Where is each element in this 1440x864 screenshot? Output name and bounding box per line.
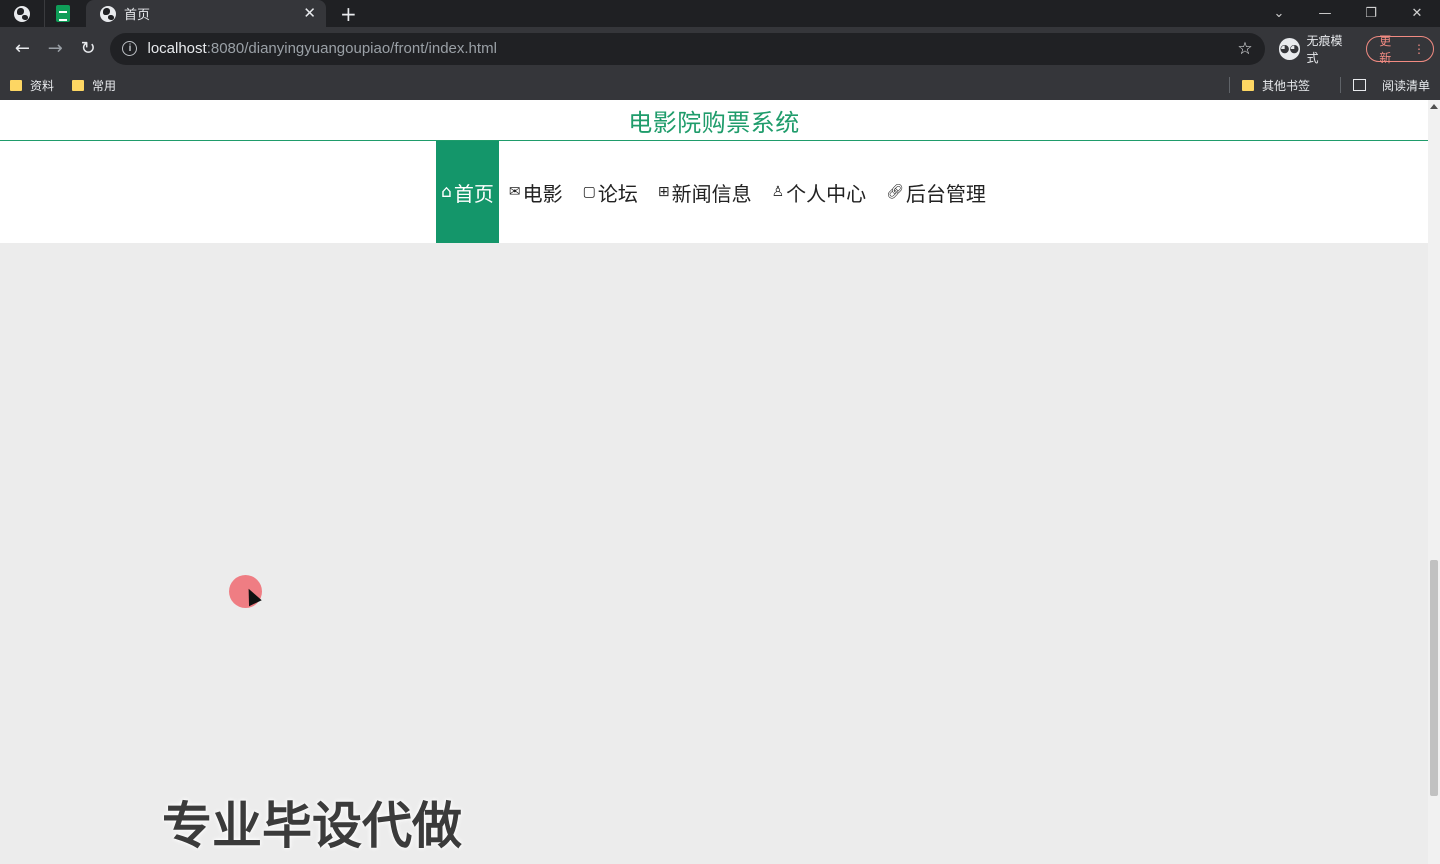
nav-item-movies[interactable]: ✉ 电影 [499, 141, 573, 243]
tab-title: 首页 [124, 7, 151, 22]
profile-button[interactable]: ◕◕ 无痕模式 [1278, 32, 1355, 66]
update-label: 更新 [1379, 33, 1392, 65]
tab-list-chevron-icon[interactable]: ⌄ [1256, 6, 1302, 21]
nav-item-news[interactable]: ⊞ 新闻信息 [648, 141, 762, 243]
home-icon: ⌂ [441, 181, 452, 202]
new-tab-button[interactable]: + [340, 4, 357, 24]
nav-item-label: 新闻信息 [671, 181, 752, 206]
nav-item-forum[interactable]: ▢ 论坛 [573, 141, 648, 243]
folder-icon [1241, 79, 1254, 91]
forward-button[interactable]: → [39, 38, 72, 59]
nav-item-admin[interactable]: 🔗︎ 后台管理 [876, 141, 996, 243]
globe-icon [14, 5, 30, 22]
profile-label: 无痕模式 [1306, 33, 1343, 65]
nav-item-label: 论坛 [597, 181, 638, 206]
browser-toolbar: ← → ↻ i localhost:8080/dianyingyuangoupi… [0, 27, 1440, 70]
url-host: localhost [147, 40, 207, 57]
star-icon[interactable]: ☆ [1237, 39, 1252, 59]
pinned-tab-sheets[interactable] [44, 0, 80, 27]
page-viewport: 电影院购票系统 ⌂ 首页 ✉ 电影 ▢ 论坛 ⊞ 新闻信息 ♙ 个人中心 🔗︎ … [0, 100, 1428, 864]
reading-list-button[interactable]: 阅读清单 [1352, 77, 1430, 94]
nav-item-profile[interactable]: ♙ 个人中心 [762, 141, 877, 243]
reading-list-icon [1352, 79, 1366, 91]
restore-button[interactable]: ❐ [1348, 6, 1394, 21]
globe-icon [100, 5, 116, 22]
folder-icon [72, 79, 85, 91]
bookmark-folder-other[interactable]: 其他书签 [1241, 77, 1310, 94]
scrollbar-thumb[interactable] [1430, 560, 1438, 796]
note-icon: ▢ [582, 184, 596, 200]
window-controls: ⌄ — ❐ ✕ [1256, 0, 1440, 27]
user-icon: ♙ [771, 184, 785, 200]
bookmark-label: 资料 [30, 78, 55, 93]
link-icon: 🔗︎ [886, 184, 904, 200]
bookmark-folder-changyong[interactable]: 常用 [72, 77, 116, 94]
bookmark-divider [1228, 77, 1230, 93]
bookmark-label: 其他书签 [1261, 78, 1310, 93]
close-icon[interactable]: ✕ [303, 6, 316, 21]
active-tab[interactable]: 首页 ✕ [86, 0, 326, 27]
tab-search-button[interactable] [0, 0, 44, 27]
more-vert-icon: ⋮ [1413, 41, 1425, 56]
url-text: localhost:8080/dianyingyuangoupiao/front… [147, 40, 496, 57]
main-nav: ⌂ 首页 ✉ 电影 ▢ 论坛 ⊞ 新闻信息 ♙ 个人中心 🔗︎ 后台管理 [0, 141, 1428, 243]
incognito-icon: ◕◕ [1278, 37, 1301, 60]
nav-item-home[interactable]: ⌂ 首页 [436, 141, 499, 243]
back-button[interactable]: ← [6, 38, 39, 59]
nav-item-label: 首页 [453, 181, 494, 206]
bookmark-label: 常用 [92, 78, 117, 93]
site-title: 电影院购票系统 [628, 108, 800, 137]
site-header: 电影院购票系统 [0, 100, 1428, 141]
info-icon[interactable]: i [122, 41, 138, 56]
url-path: :8080/dianyingyuangoupiao/front/index.ht… [206, 40, 497, 57]
nav-item-label: 个人中心 [786, 181, 867, 206]
bookmarks-bar: 资料 常用 其他书签 阅读清单 [0, 70, 1440, 100]
close-window-button[interactable]: ✕ [1394, 6, 1440, 21]
bookmarks-right: 其他书签 阅读清单 [1217, 77, 1430, 94]
gift-icon: ⊞ [657, 184, 670, 200]
scroll-up-arrow-icon[interactable] [1430, 104, 1438, 109]
reading-list-label: 阅读清单 [1381, 78, 1430, 93]
reload-button[interactable]: ↻ [72, 38, 105, 59]
nav-item-label: 后台管理 [905, 181, 986, 206]
mail-icon: ✉ [508, 184, 521, 200]
nav-item-label: 电影 [522, 181, 563, 206]
watermark-text: 专业毕设代做 [162, 797, 462, 855]
bookmark-folder-ziliao[interactable]: 资料 [10, 77, 54, 94]
tab-bar: 首页 ✕ + ⌄ — ❐ ✕ [0, 0, 1440, 27]
minimize-button[interactable]: — [1302, 6, 1348, 21]
sheets-icon [55, 5, 70, 22]
folder-icon [10, 79, 22, 91]
address-bar[interactable]: i localhost:8080/dianyingyuangoupiao/fro… [110, 32, 1265, 65]
bookmark-divider [1339, 77, 1341, 93]
update-button[interactable]: 更新 ⋮ [1366, 34, 1434, 65]
page-scrollbar[interactable] [1428, 100, 1440, 864]
